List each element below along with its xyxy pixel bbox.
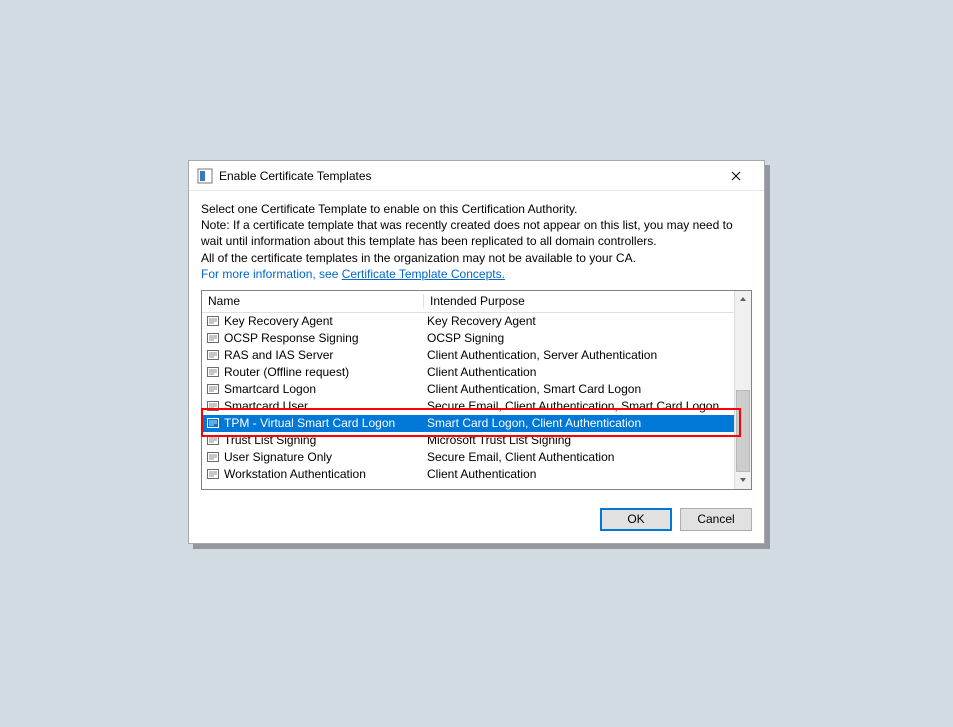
certificate-template-icon (206, 467, 220, 481)
templates-listbox[interactable]: Name Intended Purpose Key Recovery Agent… (201, 290, 752, 490)
list-rows: Key Recovery AgentKey Recovery AgentOCSP… (202, 313, 734, 483)
scroll-track[interactable] (735, 308, 751, 472)
header-purpose[interactable]: Intended Purpose (423, 294, 734, 308)
scroll-thumb[interactable] (736, 390, 750, 472)
dialog-body: Select one Certificate Template to enabl… (189, 191, 764, 543)
template-name: OCSP Response Signing (224, 331, 427, 345)
list-item[interactable]: Key Recovery AgentKey Recovery Agent (202, 313, 734, 330)
list-content: Name Intended Purpose Key Recovery Agent… (202, 291, 734, 489)
template-purpose: Key Recovery Agent (427, 314, 730, 328)
template-purpose: Client Authentication, Smart Card Logon (427, 382, 730, 396)
scroll-down-button[interactable] (735, 472, 751, 489)
list-item[interactable]: User Signature OnlySecure Email, Client … (202, 449, 734, 466)
template-name: Trust List Signing (224, 433, 427, 447)
template-name: Smartcard Logon (224, 382, 427, 396)
dialog-title: Enable Certificate Templates (219, 169, 714, 183)
template-purpose: Client Authentication (427, 467, 730, 481)
template-name: TPM - Virtual Smart Card Logon (224, 416, 427, 430)
template-purpose: Client Authentication, Server Authentica… (427, 348, 730, 362)
list-headers: Name Intended Purpose (202, 291, 734, 313)
certificate-template-icon (206, 450, 220, 464)
template-purpose: Secure Email, Client Authentication, Sma… (427, 399, 730, 413)
template-name: User Signature Only (224, 450, 427, 464)
template-name: Router (Offline request) (224, 365, 427, 379)
certificate-template-icon (206, 314, 220, 328)
template-name: Smartcard User (224, 399, 427, 413)
scroll-up-button[interactable] (735, 291, 751, 308)
list-item[interactable]: Smartcard LogonClient Authentication, Sm… (202, 381, 734, 398)
certificate-template-icon (206, 331, 220, 345)
more-info-line: For more information, see Certificate Te… (201, 266, 752, 282)
certificate-template-icon (206, 416, 220, 430)
list-item[interactable]: RAS and IAS ServerClient Authentication,… (202, 347, 734, 364)
certificate-template-icon (206, 348, 220, 362)
button-row: OK Cancel (201, 508, 752, 531)
certificate-template-icon (206, 433, 220, 447)
description-line2: Note: If a certificate template that was… (201, 217, 752, 249)
template-purpose: Client Authentication (427, 365, 730, 379)
template-purpose: Microsoft Trust List Signing (427, 433, 730, 447)
list-item[interactable]: Workstation AuthenticationClient Authent… (202, 466, 734, 483)
list-item[interactable]: OCSP Response SigningOCSP Signing (202, 330, 734, 347)
header-name[interactable]: Name (202, 294, 423, 308)
cancel-button[interactable]: Cancel (680, 508, 752, 531)
certificate-template-icon (206, 382, 220, 396)
description-line1: Select one Certificate Template to enabl… (201, 201, 752, 217)
more-info-prefix: For more information, see (201, 267, 342, 281)
template-purpose: Secure Email, Client Authentication (427, 450, 730, 464)
list-item[interactable]: Trust List SigningMicrosoft Trust List S… (202, 432, 734, 449)
list-item[interactable]: Smartcard UserSecure Email, Client Authe… (202, 398, 734, 415)
vertical-scrollbar[interactable] (734, 291, 751, 489)
list-item[interactable]: TPM - Virtual Smart Card LogonSmart Card… (202, 415, 734, 432)
enable-cert-templates-dialog: Enable Certificate Templates Select one … (188, 160, 765, 544)
ok-button[interactable]: OK (600, 508, 672, 531)
template-name: Workstation Authentication (224, 467, 427, 481)
certificate-template-icon (206, 365, 220, 379)
titlebar: Enable Certificate Templates (189, 161, 764, 191)
cert-template-concepts-link[interactable]: Certificate Template Concepts. (342, 267, 505, 281)
template-purpose: Smart Card Logon, Client Authentication (427, 416, 730, 430)
list-item[interactable]: Router (Offline request)Client Authentic… (202, 364, 734, 381)
description-line3: All of the certificate templates in the … (201, 250, 752, 266)
certificate-template-icon (206, 399, 220, 413)
template-purpose: OCSP Signing (427, 331, 730, 345)
close-button[interactable] (714, 162, 758, 190)
template-name: Key Recovery Agent (224, 314, 427, 328)
app-icon (197, 168, 213, 184)
template-name: RAS and IAS Server (224, 348, 427, 362)
